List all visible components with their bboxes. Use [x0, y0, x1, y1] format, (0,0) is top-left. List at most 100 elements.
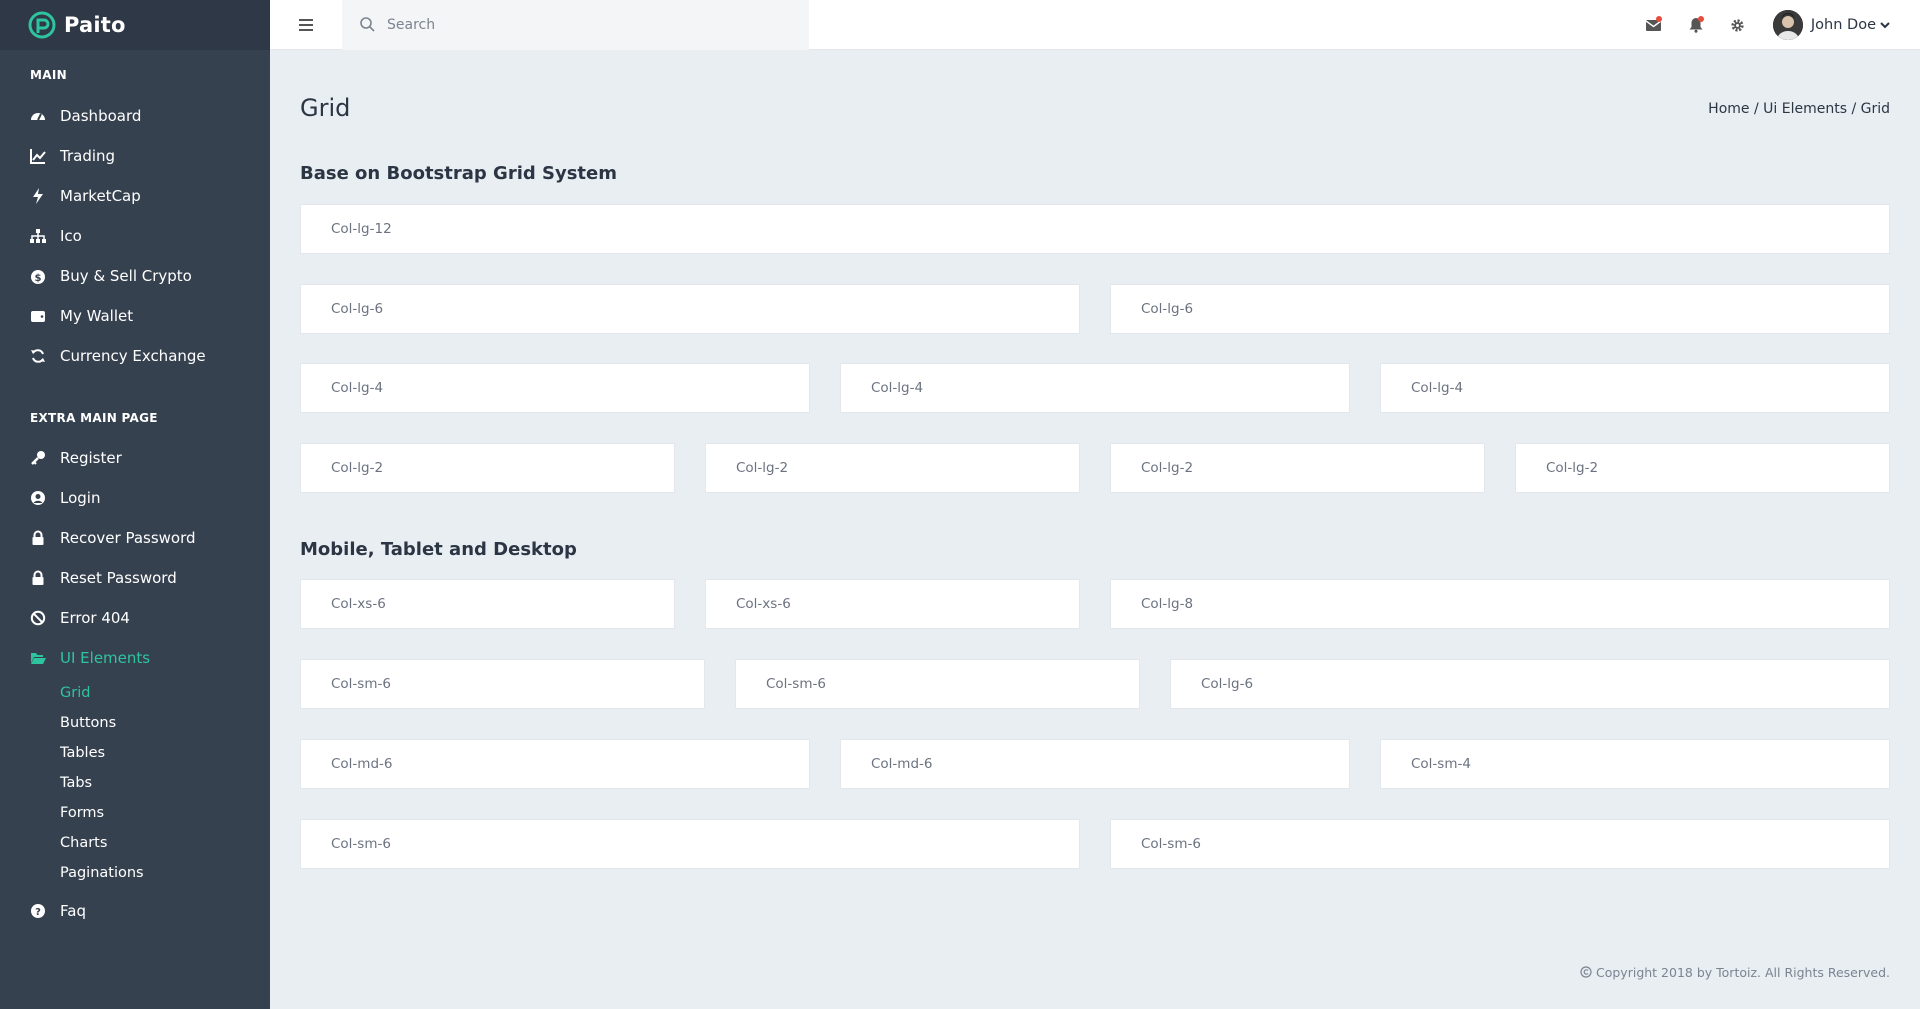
line-chart-icon	[30, 148, 46, 164]
grid-box: Col-lg-4	[1380, 363, 1890, 413]
bell-notification-dot	[1697, 16, 1704, 22]
sidebar-item-label: Register	[60, 449, 122, 467]
page-title: Grid	[300, 94, 351, 122]
section-title-extra: EXTRA MAIN PAGE	[30, 411, 158, 425]
sidebar-item-label: Reset Password	[60, 569, 177, 587]
sidebar-item-label: Currency Exchange	[60, 347, 206, 365]
grid-box: Col-lg-4	[300, 363, 810, 413]
lock-icon	[30, 530, 46, 546]
notifications-button[interactable]	[1675, 0, 1717, 50]
grid-box: Col-lg-12	[300, 204, 1890, 254]
sidebar-item-label: Recover Password	[60, 529, 196, 547]
sidebar-item-marketcap[interactable]: MarketCap	[0, 176, 270, 216]
search-icon	[360, 17, 375, 32]
refresh-icon	[30, 348, 46, 364]
sidebar-item-dashboard[interactable]: Dashboard	[0, 96, 270, 136]
grid-box: Col-sm-6	[300, 659, 705, 709]
section-heading-bootstrap-grid: Base on Bootstrap Grid System	[300, 163, 618, 184]
sidebar-item-label: Error 404	[60, 609, 130, 627]
lock-icon	[30, 570, 46, 586]
topbar: John Doe	[270, 0, 1920, 50]
footer-text: Copyright 2018 by Tortoiz. All Rights Re…	[1596, 965, 1890, 980]
sidebar-item-label: My Wallet	[60, 307, 134, 325]
sidebar-item-login[interactable]: Login	[0, 478, 270, 518]
grid-box: Col-md-6	[300, 739, 810, 789]
sidebar-item-label: Ico	[60, 227, 82, 245]
sidebar-item-ui-elements[interactable]: UI Elements	[0, 638, 270, 678]
search-box	[342, 0, 809, 50]
sitemap-icon	[30, 228, 46, 244]
sidebar-item-currency-exchange[interactable]: Currency Exchange	[0, 336, 270, 376]
breadcrumb: Home / Ui Elements / Grid	[1708, 101, 1890, 117]
copyright-icon	[1580, 966, 1592, 978]
topbar-actions: John Doe	[1633, 0, 1920, 50]
svg-text:?: ?	[35, 907, 41, 918]
grid-box: Col-lg-2	[1110, 443, 1485, 493]
grid-box: Col-sm-4	[1380, 739, 1890, 789]
svg-text:$: $	[35, 273, 42, 284]
sidebar-item-faq[interactable]: ? Faq	[0, 891, 270, 931]
breadcrumb-home[interactable]: Home	[1708, 101, 1749, 117]
grid-box: Col-lg-8	[1110, 579, 1890, 629]
user-menu[interactable]: John Doe	[1759, 10, 1920, 40]
sidebar-item-error-404[interactable]: Error 404	[0, 598, 270, 638]
sidebar-item-ico[interactable]: Ico	[0, 216, 270, 256]
grid-box: Col-sm-6	[735, 659, 1140, 709]
sidebar-item-recover-password[interactable]: Recover Password	[0, 518, 270, 558]
grid-box: Col-lg-2	[705, 443, 1080, 493]
sidebar-subitem-tables[interactable]: Tables	[0, 738, 270, 768]
section-title-main: MAIN	[30, 68, 67, 82]
breadcrumb-separator: /	[1753, 101, 1759, 117]
sidebar-subitem-forms[interactable]: Forms	[0, 798, 270, 828]
sidebar-item-label: Login	[60, 489, 101, 507]
hamburger-icon	[299, 18, 313, 31]
sidebar-item-my-wallet[interactable]: My Wallet	[0, 296, 270, 336]
brand-name: Paito	[64, 13, 126, 37]
grid-box: Col-lg-2	[1515, 443, 1890, 493]
question-circle-icon: ?	[30, 903, 46, 919]
sidebar-item-buy-sell-crypto[interactable]: $ Buy & Sell Crypto	[0, 256, 270, 296]
bolt-icon	[30, 188, 46, 204]
grid-box: Col-sm-6	[1110, 819, 1890, 869]
sidebar-subitem-charts[interactable]: Charts	[0, 828, 270, 858]
grid-box: Col-lg-6	[1170, 659, 1890, 709]
sidebar: Paito MAIN Dashboard Trading MarketCap I…	[0, 0, 270, 1009]
sidebar-item-label: Dashboard	[60, 107, 142, 125]
breadcrumb-ui-elements[interactable]: Ui Elements	[1763, 101, 1847, 117]
brand[interactable]: Paito	[0, 0, 270, 50]
grid-box: Col-lg-6	[1110, 284, 1890, 334]
sidebar-item-reset-password[interactable]: Reset Password	[0, 558, 270, 598]
sidebar-item-trading[interactable]: Trading	[0, 136, 270, 176]
folder-open-icon	[30, 650, 46, 666]
money-bag-icon: $	[30, 268, 46, 284]
sidebar-item-label: UI Elements	[60, 649, 151, 667]
sidebar-subitem-paginations[interactable]: Paginations	[0, 858, 270, 888]
ban-icon	[30, 610, 46, 626]
search-input[interactable]	[387, 16, 787, 33]
dashboard-icon	[30, 108, 46, 124]
grid-box: Col-lg-2	[300, 443, 675, 493]
gear-icon	[1731, 18, 1744, 32]
sidebar-item-label: Buy & Sell Crypto	[60, 267, 192, 285]
sidebar-item-label: Faq	[60, 902, 86, 920]
messages-button[interactable]	[1633, 0, 1675, 50]
chevron-down-icon	[1880, 22, 1890, 29]
grid-box: Col-md-6	[840, 739, 1350, 789]
grid-box: Col-lg-4	[840, 363, 1350, 413]
menu-toggle-button[interactable]	[270, 0, 342, 50]
grid-box: Col-lg-6	[300, 284, 1080, 334]
footer: Copyright 2018 by Tortoiz. All Rights Re…	[1580, 965, 1890, 980]
grid-box: Col-sm-6	[300, 819, 1080, 869]
section-heading-responsive: Mobile, Tablet and Desktop	[300, 539, 577, 560]
sidebar-item-label: MarketCap	[60, 187, 141, 205]
sidebar-item-label: Trading	[60, 147, 116, 165]
sidebar-subitem-grid[interactable]: Grid	[0, 678, 270, 708]
settings-button[interactable]	[1717, 0, 1759, 50]
logo-icon	[28, 11, 56, 39]
sidebar-item-register[interactable]: Register	[0, 438, 270, 478]
grid-box: Col-xs-6	[300, 579, 675, 629]
key-icon	[30, 450, 46, 466]
sidebar-subitem-tabs[interactable]: Tabs	[0, 768, 270, 798]
sidebar-subitem-buttons[interactable]: Buttons	[0, 708, 270, 738]
breadcrumb-current: Grid	[1860, 101, 1890, 117]
